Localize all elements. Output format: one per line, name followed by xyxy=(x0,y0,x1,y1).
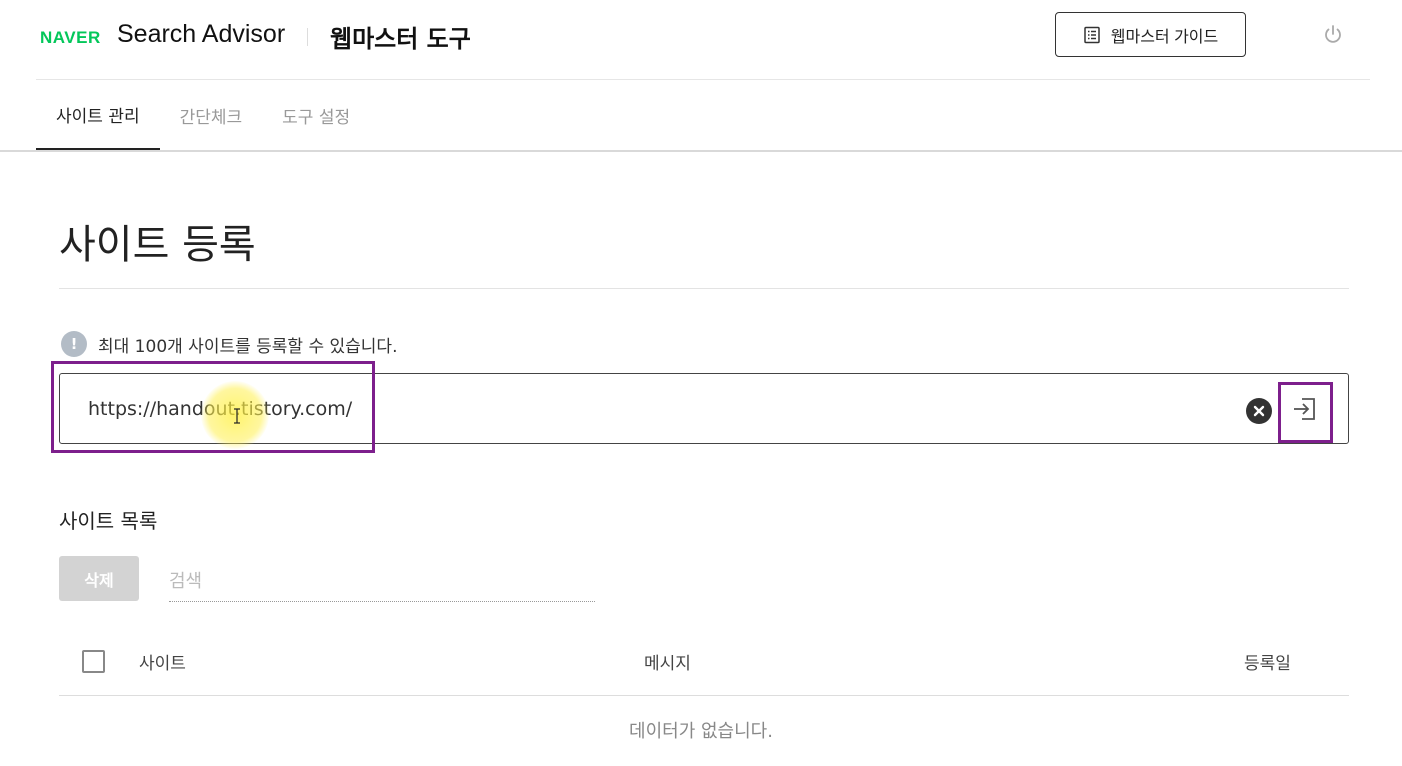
empty-message: 데이터가 없습니다. xyxy=(629,721,773,742)
webmaster-guide-button[interactable]: 웹마스터 가이드 xyxy=(1055,12,1246,57)
tab-site-management[interactable]: 사이트 관리 xyxy=(36,80,160,150)
site-url-input[interactable] xyxy=(88,393,1188,425)
tabs-divider xyxy=(0,150,1402,152)
power-icon[interactable] xyxy=(1322,23,1344,45)
table-header: 사이트 메시지 등록일 xyxy=(59,630,1349,696)
title-divider xyxy=(59,288,1349,289)
notice: ! 최대 100개 사이트를 등록할 수 있습니다. xyxy=(61,331,397,357)
tab-tool-settings[interactable]: 도구 설정 xyxy=(262,80,370,150)
column-message: 메시지 xyxy=(644,654,691,674)
nav-tabs: 사이트 관리 간단체크 도구 설정 xyxy=(36,80,370,150)
site-list-title: 사이트 목록 xyxy=(59,509,158,533)
info-icon: ! xyxy=(61,331,87,357)
tab-simple-check[interactable]: 간단체크 xyxy=(160,80,263,150)
header-divider xyxy=(307,28,308,46)
page-title: 사이트 등록 xyxy=(59,222,256,268)
select-all-checkbox[interactable] xyxy=(82,650,105,673)
tool-name: 웹마스터 도구 xyxy=(330,25,471,53)
list-doc-icon xyxy=(1084,26,1100,43)
column-site[interactable]: 사이트 xyxy=(139,649,186,674)
naver-logo[interactable]: NAVER xyxy=(40,28,101,48)
enter-icon[interactable] xyxy=(1290,394,1320,424)
header: NAVER Search Advisor 웹마스터 도구 웹마스터 가이드 xyxy=(0,0,1402,80)
site-url-field xyxy=(59,373,1349,444)
delete-button[interactable]: 삭제 xyxy=(59,556,139,601)
search-input[interactable] xyxy=(169,562,595,602)
column-date[interactable]: 등록일 xyxy=(1244,649,1291,674)
notice-text: 최대 100개 사이트를 등록할 수 있습니다. xyxy=(98,336,398,357)
clear-icon[interactable] xyxy=(1246,398,1272,424)
product-name[interactable]: Search Advisor xyxy=(117,20,285,49)
guide-button-label: 웹마스터 가이드 xyxy=(1110,28,1219,46)
